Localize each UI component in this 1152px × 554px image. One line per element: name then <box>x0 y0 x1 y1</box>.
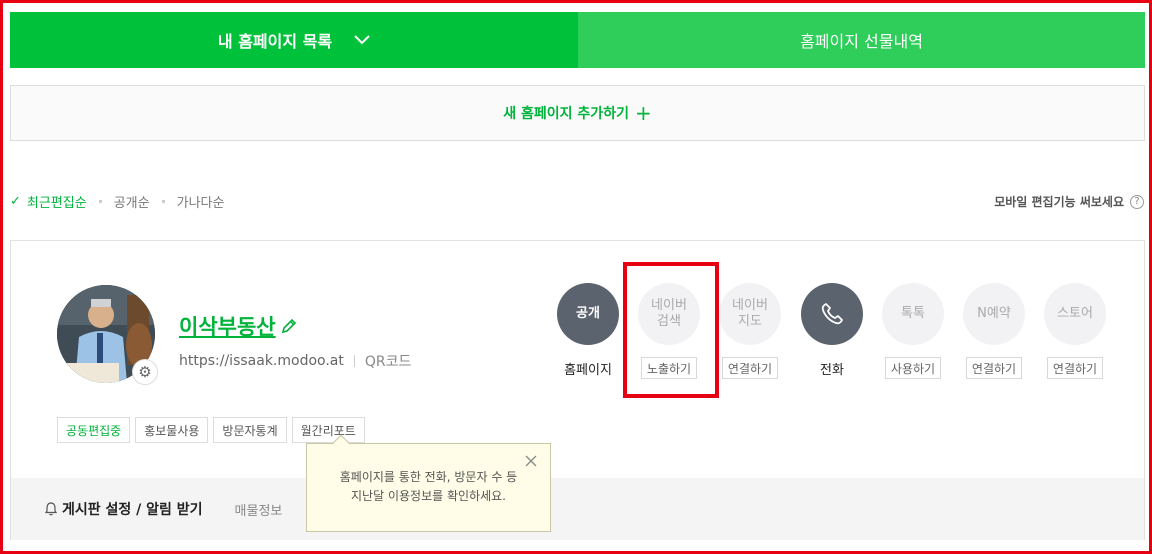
service-phone: 전화 <box>800 283 864 379</box>
tooltip-line-1: 홈페이지를 통한 전화, 방문자 수 등 <box>339 470 518 484</box>
pencil-icon[interactable] <box>280 317 298 335</box>
separator-dot <box>98 200 102 203</box>
phone-circle[interactable] <box>801 283 863 345</box>
mobile-edit-tip-label: 모바일 편집기능 써보세요 <box>994 195 1124 209</box>
talktalk-text: 톡톡 <box>901 306 925 321</box>
mobile-edit-tip[interactable]: 모바일 편집기능 써보세요 ? <box>994 193 1144 210</box>
talktalk-use-button[interactable]: 사용하기 <box>884 357 942 379</box>
sort-public-label: 공개순 <box>113 196 150 211</box>
board-settings-link[interactable]: 게시판 설정 / 알림 받기 <box>45 499 203 519</box>
gear-icon[interactable]: ⚙ <box>132 359 158 385</box>
public-status-circle[interactable]: 공개 <box>557 283 619 345</box>
top-tabs: 내 홈페이지 목록 홈페이지 선물내역 <box>10 12 1145 68</box>
board-settings-bar: 게시판 설정 / 알림 받기 매물정보 <box>11 478 1144 540</box>
n-booking-circle: N예약 <box>963 283 1025 345</box>
store-connect-button[interactable]: 연결하기 <box>1046 357 1104 379</box>
board-settings-title: 게시판 설정 / 알림 받기 <box>62 502 203 518</box>
tab-gift-history-label: 홈페이지 선물내역 <box>800 32 923 51</box>
service-phone-label: 전화 <box>820 362 844 378</box>
tag-monthly-report[interactable]: 월간리포트 <box>291 417 365 443</box>
tag-visitor-stats[interactable]: 방문자통계 <box>213 417 287 443</box>
tab-my-pages-label: 내 홈페이지 목록 <box>217 32 333 51</box>
qr-code-link[interactable]: QR코드 <box>365 351 412 371</box>
service-homepage: 공개 홈페이지 <box>556 283 620 379</box>
check-icon: ✓ <box>10 194 21 209</box>
close-icon[interactable] <box>524 454 538 468</box>
site-tags: 공동편집중 홍보물사용 방문자통계 월간리포트 <box>57 417 370 443</box>
site-name-row: 이삭부동산 <box>179 311 298 341</box>
store-circle: 스토어 <box>1044 283 1106 345</box>
site-name-link[interactable]: 이삭부동산 <box>179 311 276 341</box>
naver-map-circle: 네이버 지도 <box>719 283 781 345</box>
bell-icon <box>45 502 57 516</box>
site-url[interactable]: https://issaak.modoo.at <box>179 353 344 369</box>
help-icon[interactable]: ? <box>1130 194 1144 209</box>
divider <box>353 355 355 367</box>
board-sub-item[interactable]: 매물정보 <box>235 500 283 519</box>
service-talktalk: 톡톡 사용하기 <box>881 283 945 379</box>
public-status-text: 공개 <box>576 306 600 321</box>
naver-search-highlight-box <box>623 262 719 398</box>
sort-recent-edit[interactable]: ✓ 최근편집순 <box>10 192 87 211</box>
service-homepage-label: 홈페이지 <box>564 362 612 378</box>
service-naver-map: 네이버 지도 연결하기 <box>718 283 782 379</box>
n-booking-text: N예약 <box>977 306 1011 321</box>
separator-dot <box>161 200 165 203</box>
naver-map-text: 네이버 지도 <box>732 298 768 329</box>
tooltip-line-2: 지난달 이용정보를 확인하세요. <box>351 489 506 503</box>
add-homepage-label: 새 홈페이지 추가하기 <box>503 106 629 122</box>
chevron-down-icon <box>354 35 370 45</box>
plus-icon: + <box>634 101 652 125</box>
sort-options: ✓ 최근편집순 공개순 가나다순 <box>10 192 224 211</box>
sort-public[interactable]: 공개순 <box>114 192 150 211</box>
n-booking-connect-button[interactable]: 연결하기 <box>965 357 1023 379</box>
naver-map-connect-button[interactable]: 연결하기 <box>721 357 779 379</box>
tab-my-pages[interactable]: 내 홈페이지 목록 <box>10 12 578 68</box>
sort-recent-edit-label: 최근편집순 <box>26 196 87 211</box>
tab-gift-history[interactable]: 홈페이지 선물내역 <box>578 12 1145 68</box>
store-text: 스토어 <box>1057 306 1093 321</box>
service-store: 스토어 연결하기 <box>1043 283 1107 379</box>
monthly-report-tooltip: 홈페이지를 통한 전화, 방문자 수 등 지난달 이용정보를 확인하세요. <box>306 434 551 532</box>
talktalk-circle: 톡톡 <box>882 283 944 345</box>
service-n-booking: N예약 연결하기 <box>962 283 1026 379</box>
phone-icon <box>821 303 843 325</box>
sort-alphabetical-label: 가나다순 <box>176 196 225 211</box>
site-url-row: https://issaak.modoo.at QR코드 <box>179 351 411 371</box>
tag-co-editing[interactable]: 공동편집중 <box>57 417 131 443</box>
sort-alphabetical[interactable]: 가나다순 <box>177 192 225 211</box>
add-homepage-button[interactable]: 새 홈페이지 추가하기 + <box>10 85 1145 141</box>
tag-promo-material[interactable]: 홍보물사용 <box>135 417 209 443</box>
